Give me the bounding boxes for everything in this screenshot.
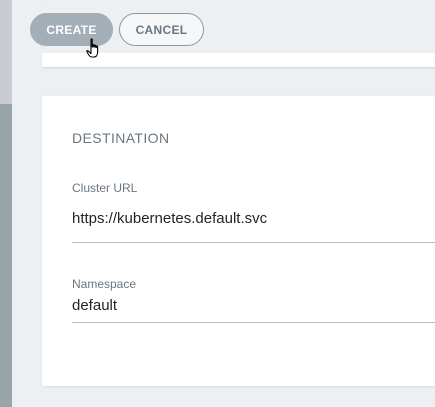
destination-card: DESTINATION Cluster URL Namespace — [42, 96, 435, 386]
hand-pointer-icon — [86, 38, 99, 58]
cluster-url-label: Cluster URL — [72, 181, 138, 195]
section-title: DESTINATION — [72, 130, 170, 146]
action-toolbar: CREATE CANCEL — [30, 13, 204, 46]
cluster-url-input[interactable] — [72, 208, 435, 228]
namespace-input[interactable] — [72, 295, 435, 315]
sidebar-highlight — [0, 0, 12, 104]
cluster-url-underline — [72, 242, 435, 243]
namespace-underline — [72, 322, 435, 323]
namespace-label: Namespace — [72, 277, 137, 291]
cancel-button[interactable]: CANCEL — [119, 13, 204, 46]
left-sidebar-strip — [0, 0, 12, 407]
